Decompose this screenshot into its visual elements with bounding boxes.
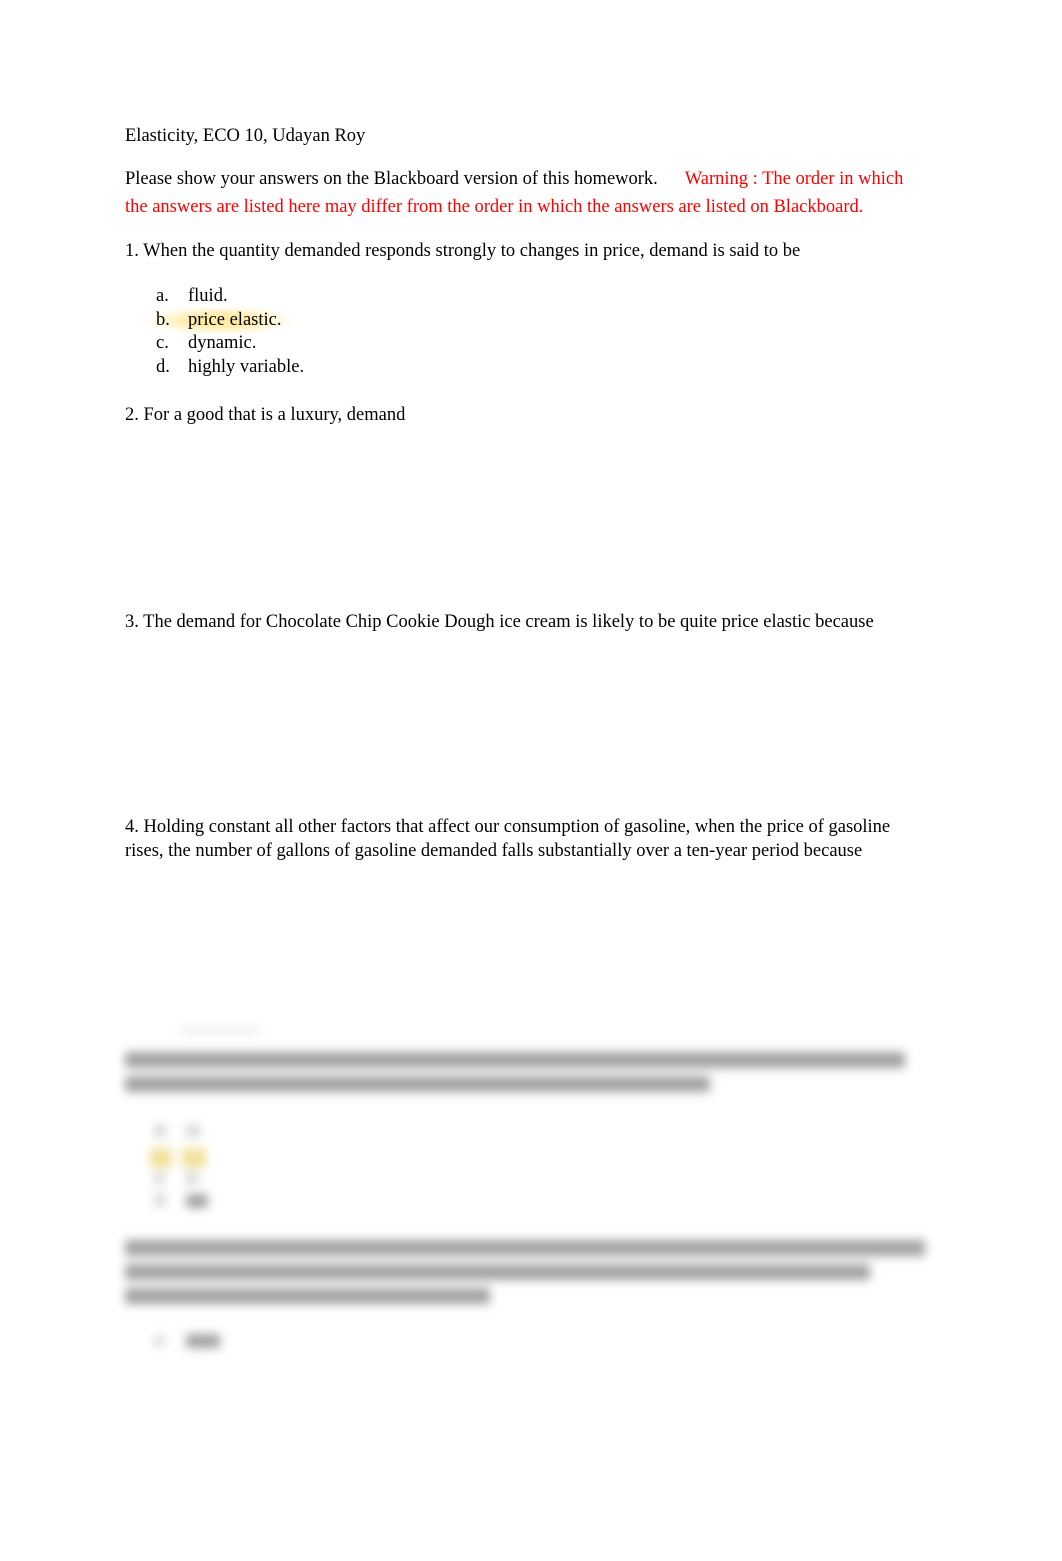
question-1-option-b: b. price elastic. bbox=[156, 309, 281, 333]
blurred-question-line bbox=[125, 1052, 905, 1068]
option-letter: a. bbox=[156, 286, 169, 306]
option-text: price elastic. bbox=[188, 309, 282, 330]
question-4-line-2: rises, the number of gallons of gasoline… bbox=[125, 841, 863, 861]
option-text: highly variable. bbox=[188, 356, 305, 377]
document-title: Elasticity, ECO 10, Udayan Roy bbox=[125, 126, 366, 146]
document-page: Elasticity, ECO 10, Udayan Roy Please sh… bbox=[0, 0, 1062, 1561]
question-1-option-c: c. dynamic. bbox=[156, 332, 256, 356]
option-letter: c. bbox=[156, 333, 169, 353]
option-letter: d. bbox=[156, 356, 170, 377]
option-text: fluid. bbox=[188, 286, 228, 306]
question-2: 2. For a good that is a luxury, demand bbox=[125, 405, 406, 425]
blurred-option bbox=[154, 1125, 166, 1137]
question-4-line-1: 4. Holding constant all other factors th… bbox=[125, 817, 891, 837]
question-1: 1. When the quantity demanded responds s… bbox=[125, 241, 801, 261]
instructions-line-1: Please show your answers on the Blackboa… bbox=[125, 165, 903, 193]
blurred-content bbox=[0, 1020, 1062, 1400]
option-letter: b. bbox=[156, 309, 170, 330]
blurred-option bbox=[154, 1172, 164, 1184]
blurred-question-line bbox=[125, 1264, 870, 1280]
blurred-highlight bbox=[182, 1148, 206, 1168]
blurred-question-line bbox=[125, 1288, 490, 1304]
warning-text-part1: Warning : The order in which bbox=[684, 169, 904, 189]
blurred-option bbox=[154, 1336, 164, 1346]
blurred-option bbox=[186, 1334, 220, 1348]
blurred-question-line bbox=[125, 1240, 925, 1256]
blurred-question-line bbox=[125, 1076, 710, 1092]
instructions-text: Please show your answers on the Blackboa… bbox=[125, 169, 658, 189]
blurred-divider bbox=[180, 1029, 260, 1032]
question-1-option-a: a. fluid. bbox=[156, 285, 228, 309]
option-text: dynamic. bbox=[188, 333, 257, 353]
blurred-option bbox=[186, 1125, 200, 1137]
question-3: 3. The demand for Chocolate Chip Cookie … bbox=[125, 612, 874, 632]
blurred-option bbox=[154, 1194, 166, 1206]
question-1-option-d: d. highly variable. bbox=[156, 356, 304, 380]
warning-text-part2: the answers are listed here may differ f… bbox=[125, 197, 864, 217]
blurred-option bbox=[186, 1172, 198, 1184]
blurred-option bbox=[186, 1194, 208, 1208]
blurred-highlight bbox=[150, 1148, 172, 1168]
